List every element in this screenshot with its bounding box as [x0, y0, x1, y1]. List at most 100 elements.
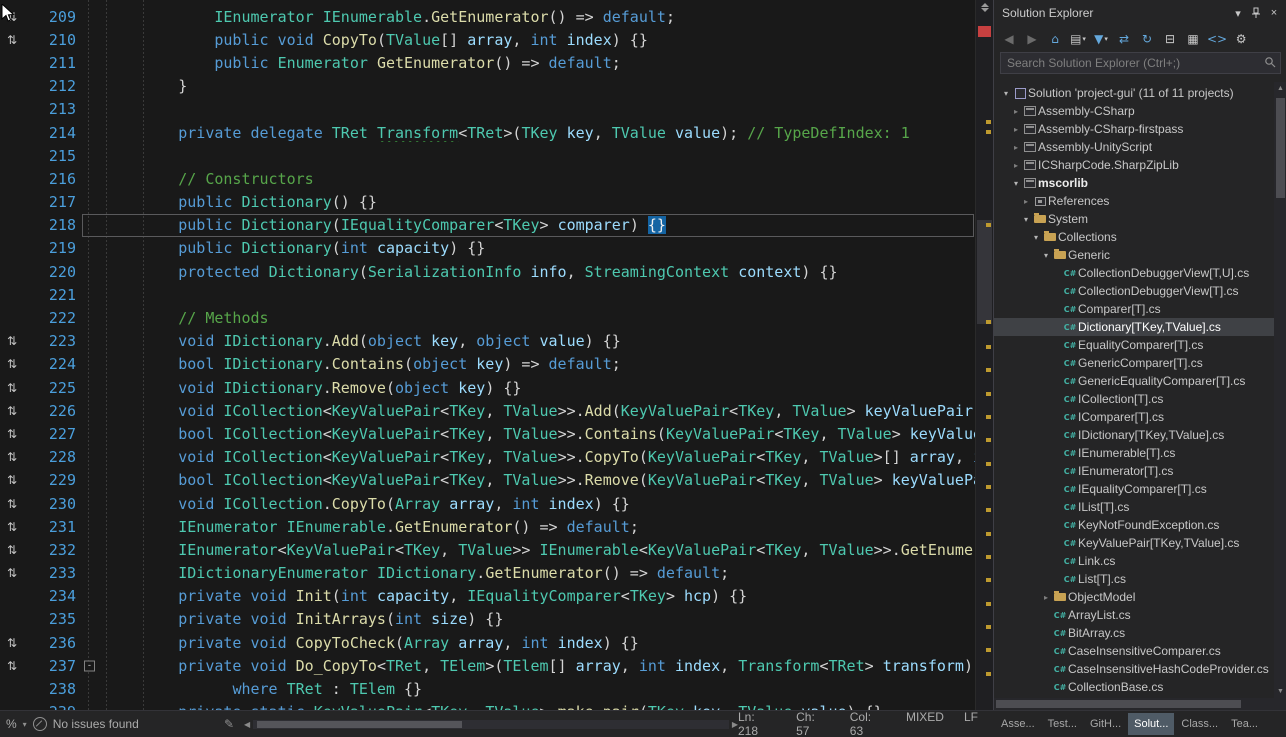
hscrollbar-track[interactable]	[253, 720, 729, 729]
fold-margin[interactable]	[76, 283, 106, 306]
code-line[interactable]: ⇅225 void IDictionary.Remove(object key)…	[0, 376, 975, 399]
code-line[interactable]: ⇅237- private void Do_CopyTo<TRet, TElem…	[0, 654, 975, 677]
fold-margin[interactable]	[76, 214, 106, 237]
interface-nav-icon[interactable]: ⇅	[7, 520, 17, 534]
chevron-collapsed-icon[interactable]: ▸	[1010, 143, 1022, 152]
interface-nav-icon[interactable]: ⇅	[7, 427, 17, 441]
code-line[interactable]: ⇅229 bool ICollection<KeyValuePair<TKey,…	[0, 469, 975, 492]
interface-nav-icon[interactable]: ⇅	[7, 473, 17, 487]
fold-margin[interactable]: -	[76, 654, 106, 677]
chevron-collapsed-icon[interactable]: ▸	[1010, 161, 1022, 170]
breakpoint-margin[interactable]: ⇅	[0, 497, 24, 511]
code-line[interactable]: ⇅230 void ICollection.CopyTo(Array array…	[0, 492, 975, 515]
tree-item[interactable]: ▾mscorlib	[994, 174, 1286, 192]
tree-item[interactable]: ▸ObjectModel	[994, 588, 1286, 606]
toolbar-refresh-button[interactable]: ↻	[1136, 29, 1158, 49]
chevron-collapsed-icon[interactable]: ▸	[1020, 197, 1032, 206]
scroll-up-icon[interactable]: ▲	[1274, 85, 1286, 92]
chevron-collapsed-icon[interactable]: ▸	[1010, 125, 1022, 134]
fold-margin[interactable]	[76, 121, 106, 144]
chevron-collapsed-icon[interactable]: ▸	[1010, 107, 1022, 116]
tree-item[interactable]: C#Link.cs	[994, 552, 1286, 570]
code-line[interactable]: 234 private void Init(int capacity, IEqu…	[0, 585, 975, 608]
code-line[interactable]: 218 public Dictionary(IEqualityComparer<…	[0, 214, 975, 237]
code-line[interactable]: ⇅224 bool IDictionary.Contains(object ke…	[0, 353, 975, 376]
code-line[interactable]: ⇅232 IEnumerator<KeyValuePair<TKey, TVal…	[0, 538, 975, 561]
breakpoint-margin[interactable]: ⇅	[0, 427, 24, 441]
code-line[interactable]: 238 where TRet : TElem {}	[0, 677, 975, 700]
fold-margin[interactable]	[76, 167, 106, 190]
code-line[interactable]: 239 private static KeyValuePair<TKey, TV…	[0, 701, 975, 710]
hscrollbar-thumb[interactable]	[257, 721, 462, 728]
tree-item[interactable]: C#ArrayList.cs	[994, 606, 1286, 624]
tree-item[interactable]: C#IEnumerator[T].cs	[994, 462, 1286, 480]
panel-tab[interactable]: Asse...	[995, 713, 1041, 735]
tree-item[interactable]: ▸Assembly-UnityScript	[994, 138, 1286, 156]
breakpoint-margin[interactable]: ⇅	[0, 334, 24, 348]
fold-margin[interactable]	[76, 144, 106, 167]
code-line[interactable]: 217 public Dictionary() {}	[0, 191, 975, 214]
editor-scrollbar[interactable]	[975, 0, 993, 710]
tree-item[interactable]: C#IEqualityComparer[T].cs	[994, 480, 1286, 498]
toolbar-show-all-files-button[interactable]: ▦	[1182, 29, 1204, 49]
fold-margin[interactable]	[76, 515, 106, 538]
fold-margin[interactable]	[76, 306, 106, 329]
breakpoint-margin[interactable]: ⇅	[0, 450, 24, 464]
interface-nav-icon[interactable]: ⇅	[7, 404, 17, 418]
tree-item[interactable]: C#KeyNotFoundException.cs	[994, 516, 1286, 534]
code-line[interactable]: ⇅223 void IDictionary.Add(object key, ob…	[0, 330, 975, 353]
scroll-left-icon[interactable]: ◀	[244, 720, 250, 729]
chevron-expanded-icon[interactable]: ▾	[1000, 89, 1012, 98]
tree-item[interactable]: C#IList[T].cs	[994, 498, 1286, 516]
tree-horizontal-scrollbar[interactable]	[994, 698, 1286, 710]
fold-margin[interactable]	[76, 492, 106, 515]
fold-margin[interactable]	[76, 28, 106, 51]
pen-icon[interactable]: ✎	[224, 717, 244, 731]
interface-nav-icon[interactable]: ⇅	[7, 33, 17, 47]
fold-margin[interactable]	[76, 422, 106, 445]
breakpoint-margin[interactable]: ⇅	[0, 33, 24, 47]
issues-icon[interactable]	[33, 717, 47, 731]
close-icon[interactable]: ×	[1265, 5, 1283, 21]
tree-item[interactable]: ▾System	[994, 210, 1286, 228]
fold-margin[interactable]	[76, 237, 106, 260]
scrollbar-splitter-icon[interactable]	[976, 3, 993, 12]
breakpoint-margin[interactable]: ⇅	[0, 357, 24, 371]
horizontal-scrollbar[interactable]: ◀ ▶	[244, 720, 738, 729]
code-line[interactable]: 211 public Enumerator GetEnumerator() =>…	[0, 51, 975, 74]
tree-item[interactable]: ▸References	[994, 192, 1286, 210]
code-editor[interactable]: ⇅209 IEnumerator IEnumerable.GetEnumerat…	[0, 0, 975, 710]
breakpoint-margin[interactable]: ⇅	[0, 566, 24, 580]
fold-margin[interactable]	[76, 399, 106, 422]
tree-item[interactable]: ▸Assembly-CSharp	[994, 102, 1286, 120]
fold-margin[interactable]	[76, 191, 106, 214]
code-line[interactable]: 216 // Constructors	[0, 167, 975, 190]
code-line[interactable]: 219 public Dictionary(int capacity) {}	[0, 237, 975, 260]
fold-margin[interactable]	[76, 51, 106, 74]
toolbar-view-code-button[interactable]: <>	[1205, 29, 1229, 49]
code-line[interactable]: ⇅210 public void CopyTo(TValue[] array, …	[0, 28, 975, 51]
tree-item[interactable]: C#CaseInsensitiveHashCodeProvider.cs	[994, 660, 1286, 678]
code-line[interactable]: ⇅227 bool ICollection<KeyValuePair<TKey,…	[0, 422, 975, 445]
tree-vertical-scrollbar[interactable]: ▲ ▼	[1274, 82, 1286, 698]
tree-item[interactable]: C#IComparer[T].cs	[994, 408, 1286, 426]
issues-label[interactable]: No issues found	[53, 717, 139, 731]
chevron-expanded-icon[interactable]: ▾	[1020, 215, 1032, 224]
fold-margin[interactable]	[76, 353, 106, 376]
panel-tab[interactable]: GitH...	[1084, 713, 1127, 735]
interface-nav-icon[interactable]: ⇅	[7, 543, 17, 557]
interface-nav-icon[interactable]: ⇅	[7, 659, 17, 673]
tree-item[interactable]: ▾Generic	[994, 246, 1286, 264]
breakpoint-margin[interactable]: ⇅	[0, 636, 24, 650]
interface-nav-icon[interactable]: ⇅	[7, 450, 17, 464]
code-line[interactable]: 235 private void InitArrays(int size) {}	[0, 608, 975, 631]
auto-hide-pin-icon[interactable]	[1247, 5, 1265, 21]
panel-tab[interactable]: Solut...	[1128, 713, 1174, 735]
interface-nav-icon[interactable]: ⇅	[7, 497, 17, 511]
code-line[interactable]: ⇅226 void ICollection<KeyValuePair<TKey,…	[0, 399, 975, 422]
tree-item[interactable]: C#ICollection[T].cs	[994, 390, 1286, 408]
fold-margin[interactable]	[76, 469, 106, 492]
fold-margin[interactable]	[76, 677, 106, 700]
tree-item[interactable]: C#IDictionary[TKey,TValue].cs	[994, 426, 1286, 444]
tree-item[interactable]: C#KeyValuePair[TKey,TValue].cs	[994, 534, 1286, 552]
